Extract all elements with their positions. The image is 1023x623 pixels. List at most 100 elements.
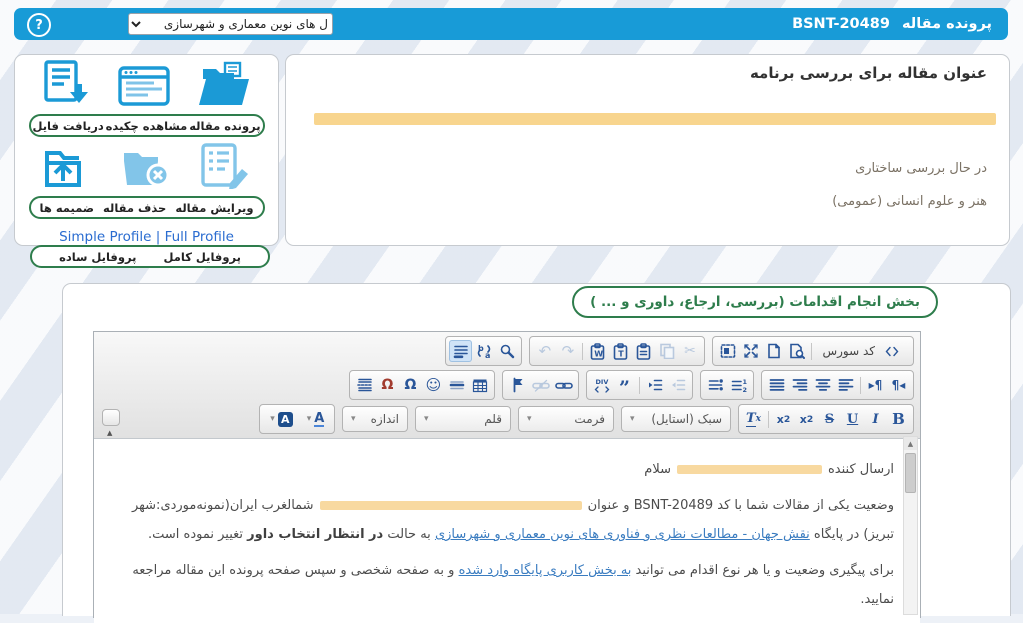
delete-article-button[interactable] <box>120 145 172 193</box>
chevron-down-icon: ▾ <box>424 414 429 424</box>
profile-links-separator: | <box>151 229 164 245</box>
chevron-down-icon: ▾ <box>307 414 312 424</box>
maximize-icon[interactable] <box>739 340 762 362</box>
bulleted-list-icon[interactable] <box>704 374 727 396</box>
paste-as-text-icon[interactable]: T <box>609 340 632 362</box>
replace-icon[interactable]: ba <box>472 340 495 362</box>
remove-format-icon[interactable]: Tx <box>742 408 765 430</box>
table-icon[interactable] <box>468 374 491 396</box>
view-abstract-button[interactable] <box>118 65 170 111</box>
blockquote-icon[interactable]: ” <box>613 371 636 399</box>
edit-article-label[interactable]: ویرایش مقاله <box>175 201 253 215</box>
download-file-button[interactable] <box>42 59 90 111</box>
text-color-icon[interactable]: ▾ A <box>297 408 331 430</box>
background-color-icon[interactable]: ▾ A <box>263 408 297 430</box>
copy-icon[interactable] <box>655 340 678 362</box>
find-icon[interactable] <box>495 340 518 362</box>
attachments-button[interactable] <box>42 143 92 193</box>
link-group <box>502 370 579 400</box>
redacted-text <box>677 465 822 474</box>
anchor-flag-icon[interactable] <box>506 374 529 396</box>
size-dropdown[interactable]: ▾ اندازه <box>342 406 408 432</box>
simple-profile-link[interactable]: Simple Profile <box>59 229 151 245</box>
actions-section: بخش انجام اقدامات (بررسی، ارجاع، داوری و… <box>62 283 1011 616</box>
superscript-icon[interactable]: x2 <box>772 408 795 430</box>
smiley-icon[interactable]: ☺ <box>422 374 445 396</box>
editor-toolbar: ba ↶ ↷ W T <box>94 332 920 439</box>
italic-icon[interactable]: I <box>864 408 887 430</box>
paste-from-word-icon[interactable]: W <box>586 340 609 362</box>
full-profile-link[interactable]: Full Profile <box>165 229 234 245</box>
format-dropdown[interactable]: ▾ فرمت <box>518 406 614 432</box>
collapse-toolbar-button[interactable] <box>102 409 120 426</box>
numbered-list-icon[interactable]: 12 <box>727 374 750 396</box>
justify-icon[interactable] <box>765 374 788 396</box>
divider <box>811 343 812 360</box>
view-abstract-label[interactable]: مشاهده چکیده <box>106 119 188 133</box>
indent-icon[interactable] <box>643 374 666 396</box>
scrollbar-thumb[interactable] <box>905 453 916 493</box>
article-code: BSNT-20489 <box>792 16 890 32</box>
login-link[interactable]: به بخش کاربری پایگاه وارد شده <box>459 563 632 578</box>
bold-icon[interactable]: B <box>887 408 910 430</box>
cut-icon[interactable]: ✂ <box>678 340 701 362</box>
divider <box>768 411 769 428</box>
redo-icon[interactable]: ↷ <box>556 340 579 362</box>
actions-panel: پرونده مقاله مشاهده چکیده دریافت فایل <box>14 54 279 246</box>
download-file-label[interactable]: دریافت فایل <box>32 119 103 133</box>
source-code-label: کد سورس <box>822 344 875 358</box>
preview-icon[interactable] <box>785 340 808 362</box>
help-icon[interactable]: ? <box>27 13 51 37</box>
font-dropdown-label: قلم <box>484 412 502 426</box>
scrollbar-up-arrow[interactable]: ▲ <box>904 437 917 450</box>
profile-buttons-capsule: پروفایل کامل پروفایل ساده <box>30 245 270 268</box>
outdent-icon[interactable] <box>666 374 689 396</box>
undo-icon[interactable]: ↶ <box>533 340 556 362</box>
edit-document-icon <box>199 143 251 193</box>
symbol-icon[interactable]: Ω <box>376 374 399 396</box>
edit-article-button[interactable] <box>199 143 251 193</box>
actions-row-2-labels: ویرایش مقاله حذف مقاله ضمیمه ها <box>29 196 265 219</box>
page-title-fa: پرونده مقاله <box>902 16 992 32</box>
article-code-inline: BSNT-20489 <box>634 498 713 513</box>
svg-text:2: 2 <box>742 386 747 393</box>
svg-text:W: W <box>595 349 604 358</box>
article-file-label[interactable]: پرونده مقاله <box>189 119 260 133</box>
align-left-icon[interactable] <box>834 374 857 396</box>
align-center-icon[interactable] <box>811 374 834 396</box>
content-scrollbar[interactable]: ▲ <box>903 436 918 615</box>
font-dropdown[interactable]: ▾ قلم <box>415 406 511 432</box>
special-char-icon[interactable]: Ω <box>399 374 422 396</box>
paragraph-ltr-icon[interactable]: ▸¶ <box>864 374 887 396</box>
div-container-icon[interactable]: DIV <box>590 374 613 396</box>
horizontal-rule-icon[interactable] <box>445 374 468 396</box>
link-icon[interactable] <box>552 374 575 396</box>
templates-icon[interactable] <box>716 340 739 362</box>
attachments-label[interactable]: ضمیمه ها <box>40 201 95 215</box>
new-page-icon[interactable] <box>762 340 785 362</box>
full-profile-button[interactable]: پروفایل کامل <box>164 250 241 264</box>
align-right-icon[interactable] <box>788 374 811 396</box>
journal-select[interactable]: ل های نوین معماری و شهرسازی <box>128 13 333 35</box>
delete-article-label[interactable]: حذف مقاله <box>103 201 166 215</box>
block-group: DIV ” <box>586 370 693 400</box>
style-dropdown[interactable]: ▾ سبک (استایل) <box>621 406 731 432</box>
journal-link[interactable]: نقش جهان - مطالعات نظری و فناوری های نوی… <box>435 527 810 542</box>
paste-icon[interactable] <box>632 340 655 362</box>
select-all-icon[interactable] <box>449 340 472 362</box>
paragraph-rtl-icon[interactable]: ¶◂ <box>887 374 910 396</box>
profile-links: Simple Profile | Full Profile <box>15 229 278 245</box>
upload-folder-icon <box>42 143 92 193</box>
subscript-icon[interactable]: x2 <box>795 408 818 430</box>
source-code-button[interactable]: کد سورس <box>815 340 910 362</box>
strikethrough-icon[interactable]: S <box>818 408 841 430</box>
find-group: ba <box>445 336 522 366</box>
page-break-icon[interactable] <box>353 374 376 396</box>
article-file-button[interactable] <box>197 61 251 111</box>
unlink-icon[interactable] <box>529 374 552 396</box>
simple-profile-button[interactable]: پروفایل ساده <box>59 250 136 264</box>
underline-icon[interactable]: U <box>841 408 864 430</box>
editor-content[interactable]: ارسال کنندهسلام وضعیت یکی از مقالات شما … <box>94 439 920 623</box>
abstract-window-icon <box>118 65 170 111</box>
content-line-sender: ارسال کنندهسلام <box>110 455 894 484</box>
